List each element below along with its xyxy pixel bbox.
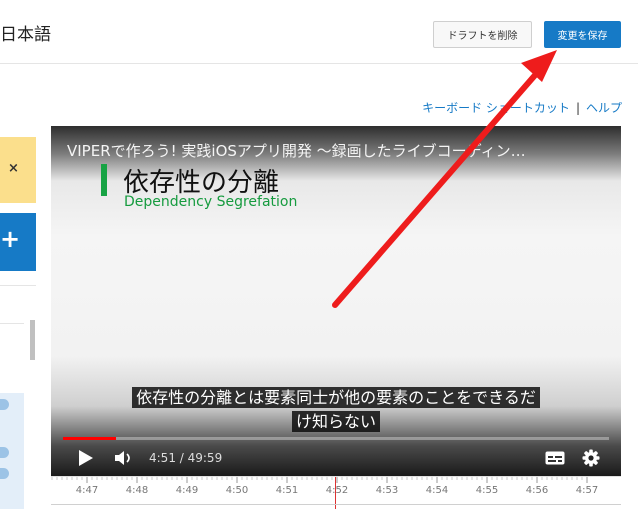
- add-caption-button[interactable]: +: [0, 213, 36, 271]
- caption-list-scrollbar[interactable]: [30, 320, 35, 360]
- insert-caption-icon[interactable]: [0, 447, 9, 458]
- slide-accent-bar: [101, 164, 107, 196]
- timeline-tick-label: 4:54: [425, 485, 449, 496]
- language-label: 日本語: [0, 25, 51, 45]
- video-title[interactable]: VIPERで作ろう! 実践iOSアプリ開発 〜録画したライブコーディン…: [67, 140, 607, 161]
- timeline-tick-label: 4:49: [175, 485, 199, 496]
- timeline-tick-label: 4:55: [475, 485, 499, 496]
- progress-bar[interactable]: [63, 437, 609, 440]
- timeline-tick-label: 4:48: [125, 485, 149, 496]
- panel-divider: [0, 323, 24, 324]
- remove-caption-icon[interactable]: [0, 399, 9, 410]
- notice-card: ×: [0, 137, 36, 203]
- save-changes-button[interactable]: 変更を保存: [544, 21, 621, 48]
- caption-list-item[interactable]: [0, 393, 24, 509]
- time-display: 4:51 / 49:59: [149, 451, 223, 465]
- help-link[interactable]: ヘルプ: [586, 101, 622, 115]
- caption-line-1: 依存性の分離とは要素同士が他の要素のことをできるだ: [51, 384, 621, 408]
- caption-line-2: け知らない: [51, 408, 621, 432]
- help-links: キーボード ショートカット | ヘルプ: [422, 99, 622, 116]
- timeline-tick-label: 4:52: [325, 485, 349, 496]
- close-icon[interactable]: ×: [8, 161, 19, 176]
- video-player[interactable]: VIPERで作ろう! 実践iOSアプリ開発 〜録画したライブコーディン… 依存性…: [51, 126, 621, 476]
- timeline-tick-label: 4:51: [275, 485, 299, 496]
- caption-timeline[interactable]: 4:47 4:48 4:49 4:50 4:51 4:52 4:53 4:54 4:55 4:56…: [51, 476, 621, 509]
- header-divider: [0, 63, 638, 64]
- timeline-tick-label: 4:47: [75, 485, 99, 496]
- caption-text: け知らない: [291, 411, 380, 432]
- volume-icon[interactable]: [115, 450, 135, 466]
- delete-draft-button[interactable]: ドラフトを削除: [433, 21, 532, 48]
- settings-gear-icon[interactable]: [582, 449, 600, 467]
- subtitles-icon[interactable]: [545, 451, 565, 465]
- timeline-cue-track[interactable]: [51, 504, 621, 509]
- caption-text: 依存性の分離とは要素同士が他の要素のことをできるだ: [132, 387, 540, 408]
- timeline-tick-label: 4:50: [225, 485, 249, 496]
- link-separator: |: [575, 101, 580, 115]
- timeline-tick-label: 4:57: [575, 485, 599, 496]
- keyboard-shortcuts-link[interactable]: キーボード ショートカット: [422, 101, 570, 115]
- slide-subheading: Dependency Segrefation: [124, 194, 298, 210]
- plus-icon: +: [0, 225, 21, 253]
- remove-caption-icon[interactable]: [0, 468, 9, 479]
- timeline-tick-label: 4:56: [525, 485, 549, 496]
- panel-divider: [0, 285, 36, 286]
- progress-bar-fill: [63, 437, 116, 440]
- play-icon[interactable]: [79, 450, 93, 466]
- timeline-tick-label: 4:53: [375, 485, 399, 496]
